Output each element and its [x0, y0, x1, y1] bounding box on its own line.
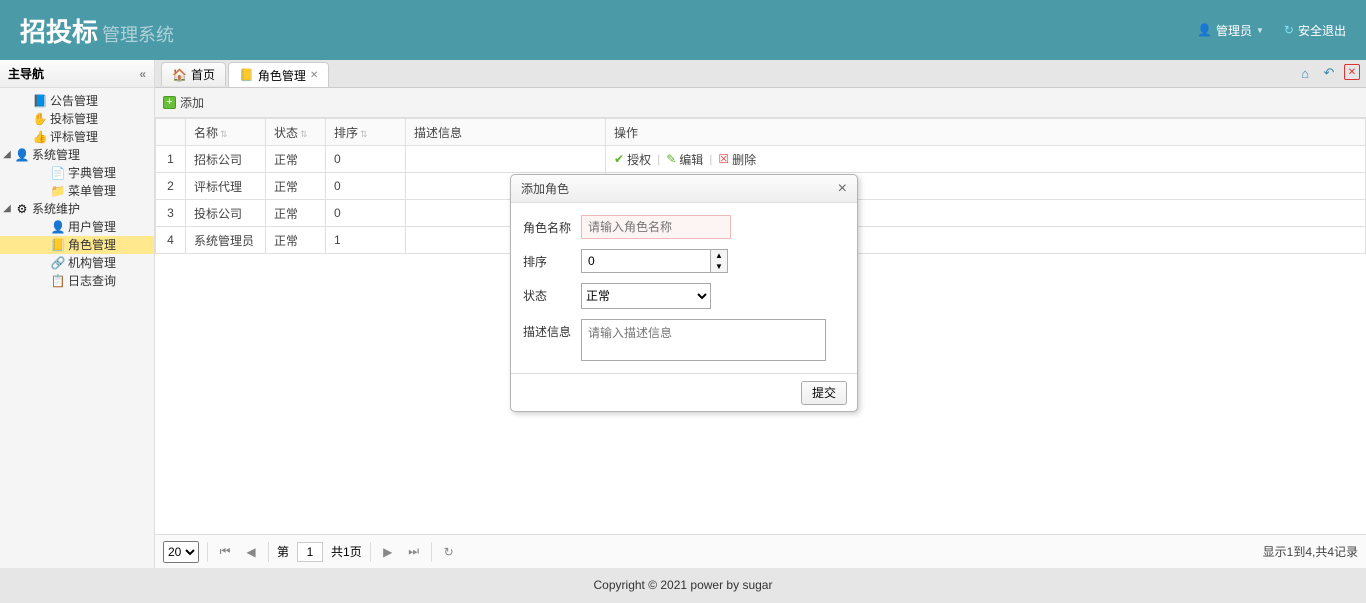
table-header[interactable]	[156, 119, 186, 146]
logo: 招投标管理系统	[20, 12, 174, 49]
logout-icon: ↻	[1284, 23, 1294, 37]
auth-action[interactable]: ✔授权	[614, 151, 651, 168]
logo-main: 招投标	[20, 17, 98, 47]
sidebar-item-label: 日志查询	[68, 272, 116, 290]
home-icon[interactable]: ⌂	[1296, 64, 1314, 82]
sidebar-item-label: 角色管理	[68, 236, 116, 254]
tab-icon: 📒	[239, 68, 254, 82]
tree-icon: 👍	[32, 128, 48, 146]
tree-icon: 👤	[14, 146, 30, 164]
tree-icon: 📁	[50, 182, 66, 200]
sidebar-item-label: 字典管理	[68, 164, 116, 182]
logo-sub: 管理系统	[102, 25, 174, 45]
tab-icon: 🏠	[172, 68, 187, 82]
tree-icon: 📋	[50, 272, 66, 290]
footer: Copyright © 2021 power by sugar	[0, 568, 1366, 603]
desc-textarea[interactable]	[581, 319, 826, 361]
sidebar-item-label: 评标管理	[50, 128, 98, 146]
sidebar-item[interactable]: 📘公告管理	[0, 92, 154, 110]
status-select[interactable]: 正常	[581, 283, 711, 309]
sidebar-item[interactable]: ◢⚙系统维护	[0, 200, 154, 218]
page-size-select[interactable]: 20	[163, 541, 199, 563]
sidebar-item[interactable]: 📋日志查询	[0, 272, 154, 290]
table-header[interactable]: 名称⇅	[186, 119, 266, 146]
sidebar-item[interactable]: ◢👤系统管理	[0, 146, 154, 164]
sort-input[interactable]	[581, 249, 711, 273]
tree-icon: ✋	[32, 110, 48, 128]
logout-button[interactable]: ↻ 安全退出	[1284, 22, 1346, 39]
submit-button[interactable]: 提交	[801, 381, 847, 405]
tab-label: 首页	[191, 66, 215, 83]
table-header[interactable]: 操作	[606, 119, 1366, 146]
sidebar-item-label: 公告管理	[50, 92, 98, 110]
tree-icon: ⚙	[14, 200, 30, 218]
app-header: 招投标管理系统 👤 管理员 ▼ ↻ 安全退出	[0, 0, 1366, 60]
sidebar-item[interactable]: ✋投标管理	[0, 110, 154, 128]
page-input[interactable]	[297, 542, 323, 562]
role-name-input[interactable]	[581, 215, 731, 239]
sidebar-item-label: 机构管理	[68, 254, 116, 272]
tree-icon: 📒	[50, 236, 66, 254]
sidebar-item[interactable]: 🔗机构管理	[0, 254, 154, 272]
tab-close-icon[interactable]: ✕	[310, 70, 318, 81]
sidebar-item-label: 系统维护	[32, 200, 80, 218]
sidebar-item-label: 系统管理	[32, 146, 80, 164]
tree-icon: 📄	[50, 164, 66, 182]
table-header[interactable]: 描述信息	[406, 119, 606, 146]
sidebar: 主导航 « 📘公告管理✋投标管理👍评标管理◢👤系统管理📄字典管理📁菜单管理◢⚙系…	[0, 60, 155, 568]
sidebar-item[interactable]: 📄字典管理	[0, 164, 154, 182]
pager-prev[interactable]: ◀	[242, 545, 260, 559]
dialog-title-bar[interactable]: 添加角色 ×	[511, 175, 857, 203]
table-header[interactable]: 排序⇅	[326, 119, 406, 146]
logout-label: 安全退出	[1298, 22, 1346, 39]
delete-action[interactable]: ☒删除	[718, 151, 756, 168]
pager-refresh[interactable]: ↻	[440, 545, 458, 559]
spin-up[interactable]: ▲	[711, 250, 727, 261]
dialog-title: 添加角色	[521, 180, 569, 197]
add-button[interactable]: + 添加	[163, 94, 204, 111]
close-all-icon[interactable]: ✕	[1344, 64, 1360, 80]
user-icon: 👤	[1197, 23, 1212, 37]
sidebar-title: 主导航 «	[0, 60, 154, 88]
close-icon[interactable]: ×	[838, 180, 847, 198]
sidebar-item-label: 用户管理	[68, 218, 116, 236]
tab[interactable]: 📒 角色管理 ✕	[228, 62, 329, 87]
spin-down[interactable]: ▼	[711, 261, 727, 272]
add-role-dialog: 添加角色 × 角色名称 排序 ▲▼ 状态 正常 描述信息 提交	[510, 174, 858, 412]
tab-bar: 🏠 首页 📒 角色管理 ✕ ⌂ ↶ ✕	[155, 60, 1366, 88]
chevron-down-icon: ▼	[1256, 26, 1264, 35]
sidebar-item-label: 投标管理	[50, 110, 98, 128]
tab[interactable]: 🏠 首页	[161, 62, 226, 86]
admin-menu[interactable]: 👤 管理员 ▼	[1197, 22, 1264, 39]
tree-icon: 🔗	[50, 254, 66, 272]
sidebar-item[interactable]: 👍评标管理	[0, 128, 154, 146]
toolbar: + 添加	[155, 88, 1366, 118]
sidebar-item-label: 菜单管理	[68, 182, 116, 200]
table-header[interactable]: 状态⇅	[266, 119, 326, 146]
tree-icon: 👤	[50, 218, 66, 236]
pager-next[interactable]: ▶	[379, 545, 397, 559]
pager: 20 ⏮ ◀ 第 共1页 ▶ ⏭ ↻ 显示1到4,共4记录	[155, 534, 1366, 568]
sidebar-item[interactable]: 👤用户管理	[0, 218, 154, 236]
table-row[interactable]: 1招标公司正常0✔授权|✎编辑|☒删除	[156, 146, 1366, 173]
sort-label: 排序	[523, 249, 581, 270]
plus-icon: +	[163, 96, 176, 109]
tab-label: 角色管理	[258, 67, 306, 84]
name-label: 角色名称	[523, 215, 581, 236]
collapse-icon[interactable]: «	[139, 60, 146, 88]
status-label: 状态	[523, 283, 581, 304]
tree-icon: 📘	[32, 92, 48, 110]
edit-action[interactable]: ✎编辑	[666, 151, 703, 168]
admin-label: 管理员	[1216, 22, 1252, 39]
sidebar-item[interactable]: 📒角色管理	[0, 236, 154, 254]
pager-first[interactable]: ⏮	[216, 544, 234, 559]
sidebar-item[interactable]: 📁菜单管理	[0, 182, 154, 200]
pager-info: 显示1到4,共4记录	[1263, 543, 1358, 560]
back-icon[interactable]: ↶	[1320, 64, 1338, 82]
desc-label: 描述信息	[523, 319, 581, 340]
pager-last[interactable]: ⏭	[405, 544, 423, 559]
